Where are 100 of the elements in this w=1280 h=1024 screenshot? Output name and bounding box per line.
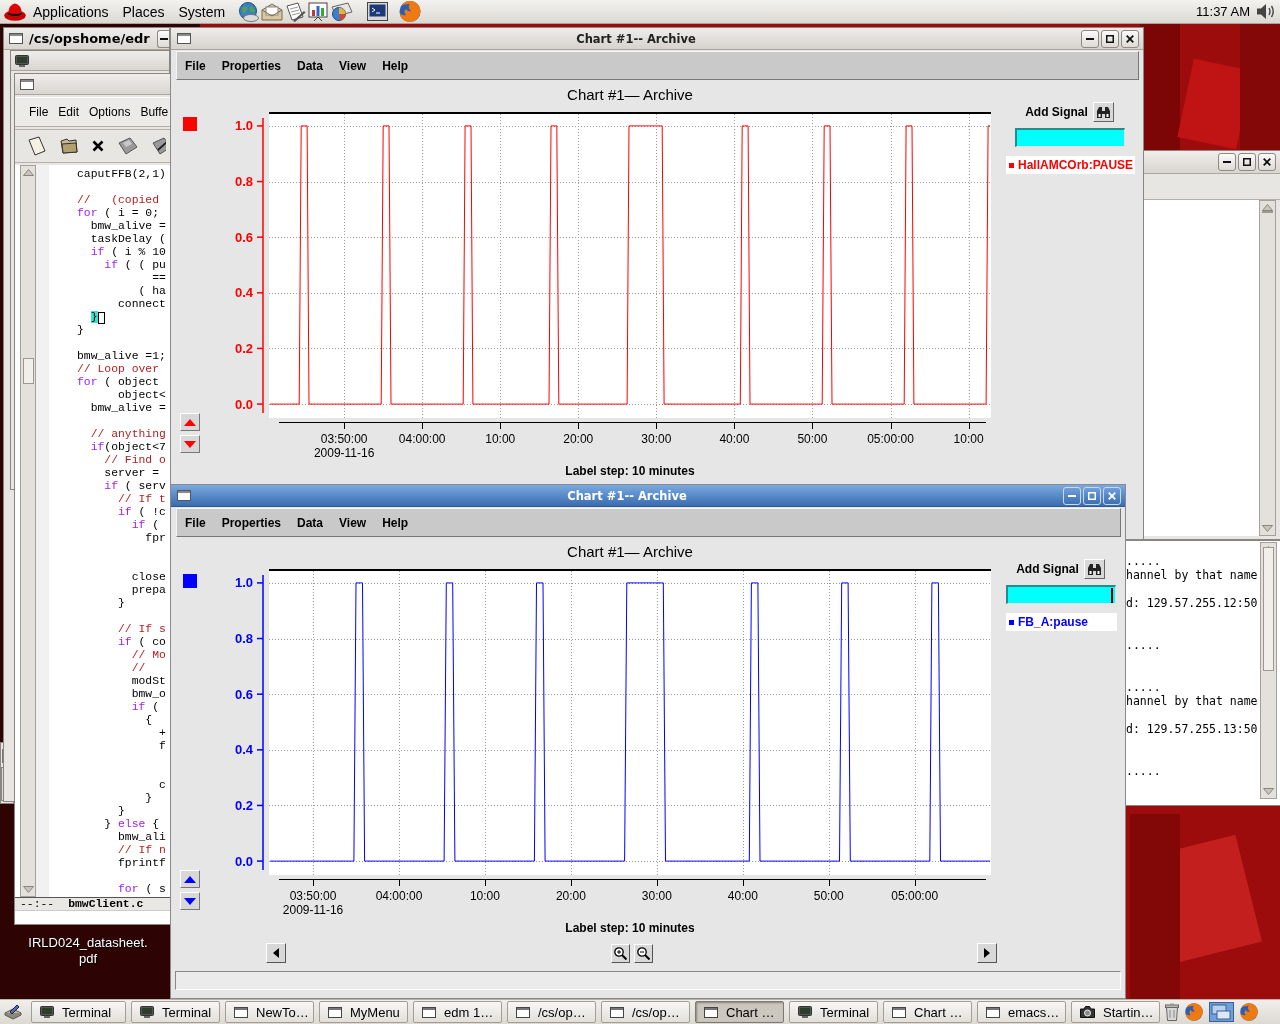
minimize-button[interactable] xyxy=(1218,153,1236,171)
taskbar-button[interactable]: Terminal xyxy=(31,1001,126,1023)
legend-item[interactable]: HallAMCOrb:PAUSE xyxy=(1006,156,1135,174)
taskbar-button[interactable]: /cs/op… xyxy=(507,1001,596,1023)
scale-up-button[interactable] xyxy=(180,413,200,431)
scrollbar[interactable] xyxy=(1260,542,1277,799)
scroll-down-icon[interactable] xyxy=(1262,525,1273,532)
window-icon[interactable] xyxy=(9,33,23,44)
taskbar-button[interactable]: NewTo… xyxy=(225,1001,314,1023)
envelope-icon[interactable] xyxy=(261,2,284,21)
log-line: ..... xyxy=(1126,764,1162,778)
clock[interactable]: 11:37 AM xyxy=(1196,4,1250,19)
scrollbar[interactable] xyxy=(1259,200,1276,536)
close-button[interactable] xyxy=(1258,153,1276,171)
scrollbar[interactable] xyxy=(20,165,36,897)
panel-menu[interactable]: Applications xyxy=(26,3,116,20)
flame-globe-icon[interactable] xyxy=(398,0,423,23)
axis-label: Label step: 10 minutes xyxy=(565,920,695,936)
speaker-icon[interactable] xyxy=(1256,3,1276,20)
code-line: server = xyxy=(103,467,160,480)
zoom-in-button[interactable] xyxy=(610,943,630,963)
taskbar-button[interactable]: emacs… xyxy=(977,1001,1066,1023)
globe-icon[interactable] xyxy=(238,1,260,22)
scale-up-button[interactable] xyxy=(180,870,200,888)
folder-icon[interactable] xyxy=(60,138,78,154)
menu-item[interactable]: Help xyxy=(374,515,417,530)
window-icon[interactable] xyxy=(20,78,34,90)
maximize-icon xyxy=(1243,158,1251,166)
scrollbar-thumb[interactable] xyxy=(1263,547,1274,671)
taskbar-button[interactable]: Terminal xyxy=(789,1001,878,1023)
color-swatch-icon[interactable] xyxy=(183,117,197,131)
close-button[interactable] xyxy=(1121,29,1139,48)
panel-menu[interactable]: Places xyxy=(115,3,172,20)
pie-chart-icon[interactable] xyxy=(330,2,354,21)
workspace-switcher-drawing[interactable] xyxy=(1209,1002,1234,1022)
scroll-up-icon[interactable] xyxy=(22,169,34,176)
menu-item[interactable]: File xyxy=(29,105,49,119)
window-icon[interactable] xyxy=(177,490,191,501)
menu-item[interactable]: Buffe xyxy=(140,105,169,119)
desktop-icon-label[interactable]: IRLD024_datasheet.pdf xyxy=(27,935,149,967)
log-line: d: 129.57.255.12:50 xyxy=(1126,596,1259,610)
code-line: // Find o xyxy=(103,454,166,467)
scroll-up-icon[interactable] xyxy=(1262,204,1273,211)
desk-icon[interactable] xyxy=(4,1004,22,1020)
minimize-button[interactable] xyxy=(157,29,169,48)
taskbar-button[interactable]: edm 1… xyxy=(413,1001,502,1023)
minimize-button[interactable] xyxy=(1081,29,1099,48)
maximize-button[interactable] xyxy=(1101,29,1119,48)
taskbar-button[interactable]: Chart … xyxy=(695,1001,784,1023)
close-icon[interactable] xyxy=(92,140,104,152)
trash-icon[interactable] xyxy=(1165,1003,1179,1021)
legend-item[interactable]: FB_A:pause xyxy=(1006,613,1117,631)
menu-item[interactable]: File xyxy=(177,58,214,73)
taskbar-button[interactable]: Chart … xyxy=(883,1001,972,1023)
menu-item[interactable]: File xyxy=(177,515,214,530)
scrollbar-thumb[interactable] xyxy=(22,358,34,384)
window-icon xyxy=(704,1006,718,1018)
panel-menu[interactable]: System xyxy=(171,3,233,20)
page-icon[interactable] xyxy=(28,136,46,156)
menu-item[interactable]: Edit xyxy=(58,105,80,119)
x-tick-label: 50:00 xyxy=(813,889,844,903)
code-line: taskDelay ( xyxy=(89,233,166,246)
menu-item[interactable]: Help xyxy=(374,58,417,73)
hat-icon[interactable] xyxy=(4,2,26,21)
taskbar-button[interactable]: Startin… xyxy=(1071,1001,1160,1023)
taskbar-button[interactable]: MyMenu xyxy=(319,1001,408,1023)
scroll-down-icon[interactable] xyxy=(22,886,34,893)
disk-pen-icon[interactable] xyxy=(152,137,166,155)
y-tick-label: 0.0 xyxy=(234,396,253,412)
window-icon[interactable] xyxy=(177,33,191,44)
menu-item[interactable]: Properties xyxy=(213,515,290,530)
menu-item[interactable]: View xyxy=(331,515,375,530)
scale-down-button[interactable] xyxy=(180,435,200,453)
menu-item[interactable]: Data xyxy=(289,58,332,73)
document-pen-icon[interactable] xyxy=(285,1,307,22)
menu-item[interactable]: Properties xyxy=(213,58,290,73)
menu-item[interactable]: View xyxy=(331,58,375,73)
scale-down-button[interactable] xyxy=(180,892,200,910)
maximize-button[interactable] xyxy=(1238,153,1256,171)
add-signal-button[interactable] xyxy=(1092,102,1114,122)
zoom-out-button[interactable] xyxy=(633,943,653,963)
scroll-down-icon[interactable] xyxy=(1263,788,1274,795)
terminal-icon[interactable] xyxy=(367,2,389,21)
taskbar-button[interactable]: /cs/op… xyxy=(601,1001,690,1023)
scroll-left-button[interactable] xyxy=(266,943,286,963)
taskbar-button[interactable]: Terminal xyxy=(131,1001,220,1023)
code-line: c xyxy=(158,779,166,792)
add-signal-button[interactable] xyxy=(1083,559,1105,579)
color-swatch-icon[interactable] xyxy=(183,574,197,588)
flame-globe-icon[interactable] xyxy=(1239,1002,1259,1022)
menu-item[interactable]: Data xyxy=(289,515,332,530)
menu-item[interactable]: Options xyxy=(89,105,131,119)
scroll-right-button[interactable] xyxy=(977,943,997,963)
scrollbar-thumb[interactable] xyxy=(1262,211,1273,213)
signal-input-field[interactable] xyxy=(1014,128,1125,147)
log-line: d: 129.57.255.13:50 xyxy=(1126,722,1259,736)
signal-input-field[interactable] xyxy=(1005,585,1116,604)
flame-globe-icon[interactable] xyxy=(1184,1002,1204,1022)
minibuffer-field[interactable] xyxy=(15,910,170,924)
presentation-icon[interactable] xyxy=(308,1,329,22)
